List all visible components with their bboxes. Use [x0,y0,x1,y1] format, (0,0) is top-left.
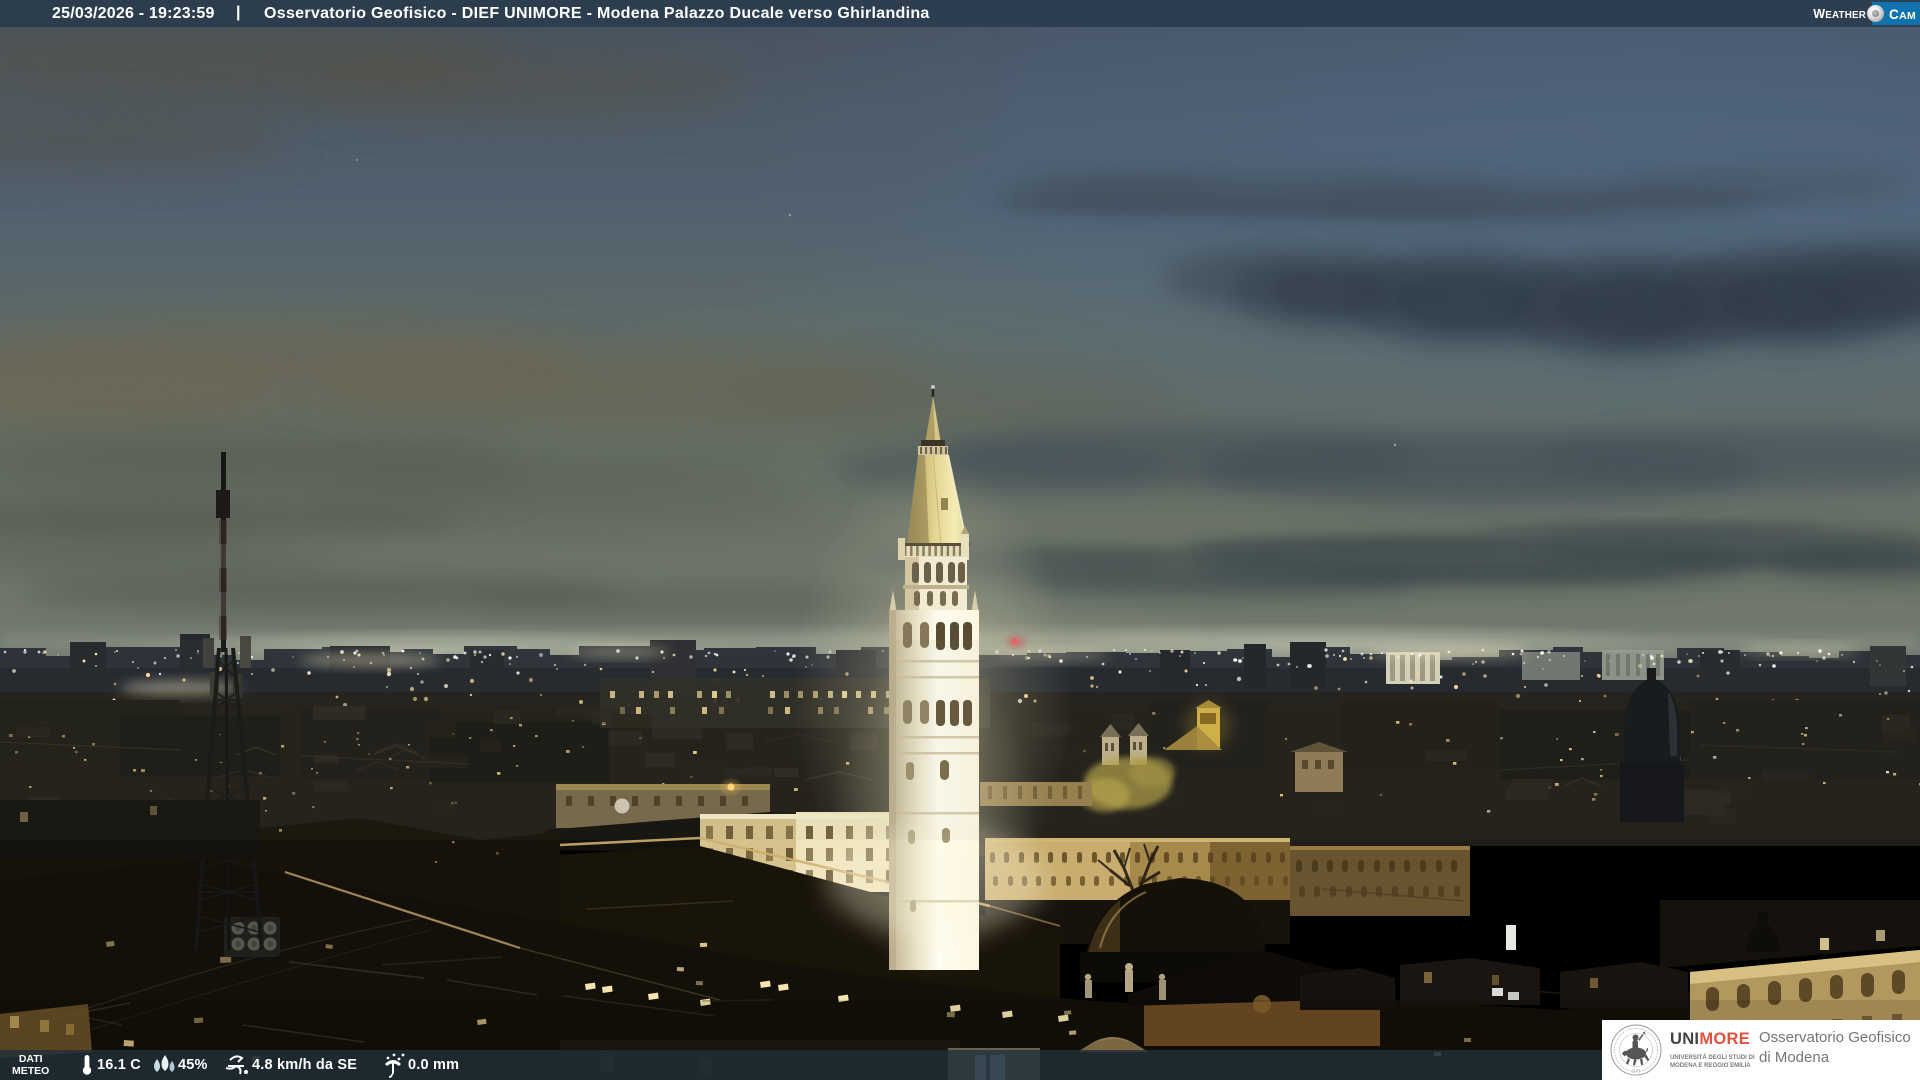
svg-text:1175: 1175 [1631,1069,1641,1074]
